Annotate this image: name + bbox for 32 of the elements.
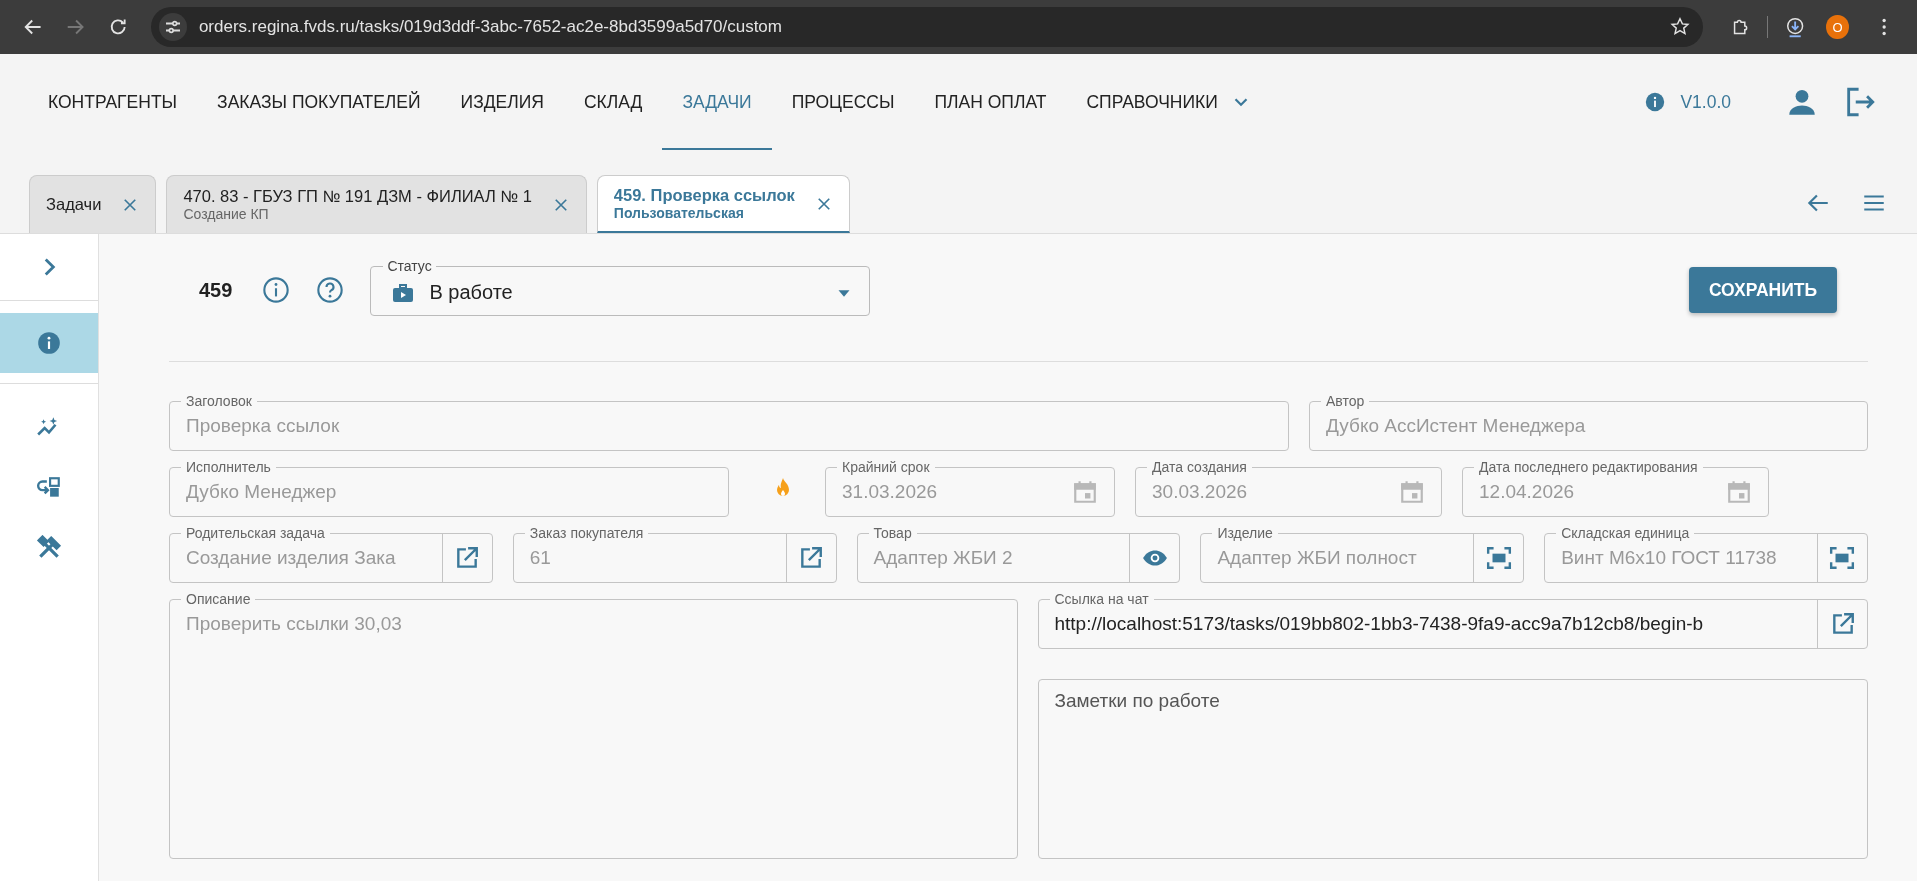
url-text: orders.regina.fvds.ru/tasks/019d3ddf-3abc-7652-ac2e-8bd3599a5d70/custom	[198, 17, 783, 37]
open-in-new-icon	[798, 544, 825, 571]
nav-item[interactable]: ЗАДАЧИ	[662, 56, 772, 150]
document-tab[interactable]: 459. Проверка ссылок Пользовательская	[596, 175, 850, 233]
info-icon[interactable]	[262, 276, 291, 304]
nav-item[interactable]: КОНТРАГЕНТЫ	[28, 56, 198, 150]
bookmark-star-icon[interactable]	[1668, 16, 1691, 38]
chat-link-field[interactable]: Ссылка на чат http://localhost:5173/tasks/019bb802-1bb3-7438-9fa9-acc9a7b12cb8/begin-b	[1037, 590, 1868, 649]
tools-icon	[36, 535, 62, 561]
save-button[interactable]: СОХРАНИТЬ	[1688, 267, 1837, 313]
document-tab[interactable]: 470. 83 - ГБУЗ ГП № 191 ДЗМ - ФИЛИАЛ № 1 Создание КП	[166, 175, 587, 233]
info-icon[interactable]	[1644, 91, 1667, 113]
nav-item[interactable]: СПРАВОЧНИКИ	[1066, 56, 1272, 150]
status-select[interactable]: Статус В работе	[370, 258, 871, 316]
task-number: 459	[199, 278, 233, 302]
address-bar[interactable]: orders.regina.fvds.ru/tasks/019d3ddf-3abc-7652-ac2e-8bd3599a5d70/custom	[150, 7, 1703, 47]
profile-avatar[interactable]: O	[1826, 15, 1849, 39]
scan-icon	[1485, 544, 1512, 571]
notes-field[interactable]: Заметки по работе	[1037, 679, 1868, 859]
scan-icon	[1829, 544, 1856, 571]
nav-item[interactable]: ПЛАН ОПЛАТ	[914, 56, 1067, 150]
document-tab[interactable]: Задачи	[29, 175, 157, 233]
nav-item[interactable]: ПРОЦЕССЫ	[771, 56, 915, 150]
nav-item[interactable]: ЗАКАЗЫ ПОКУПАТЕЛЕЙ	[197, 56, 441, 150]
sidebar-info-item[interactable]	[0, 313, 98, 373]
open-in-new-icon	[454, 544, 481, 571]
help-icon[interactable]	[316, 276, 345, 304]
nav-item[interactable]: ИЗДЕЛИЯ	[440, 56, 564, 150]
nav-item[interactable]: СКЛАД	[564, 56, 663, 150]
info-icon	[36, 330, 62, 356]
site-settings-icon[interactable]	[158, 13, 187, 41]
version-label: V1.0.0	[1680, 91, 1731, 113]
